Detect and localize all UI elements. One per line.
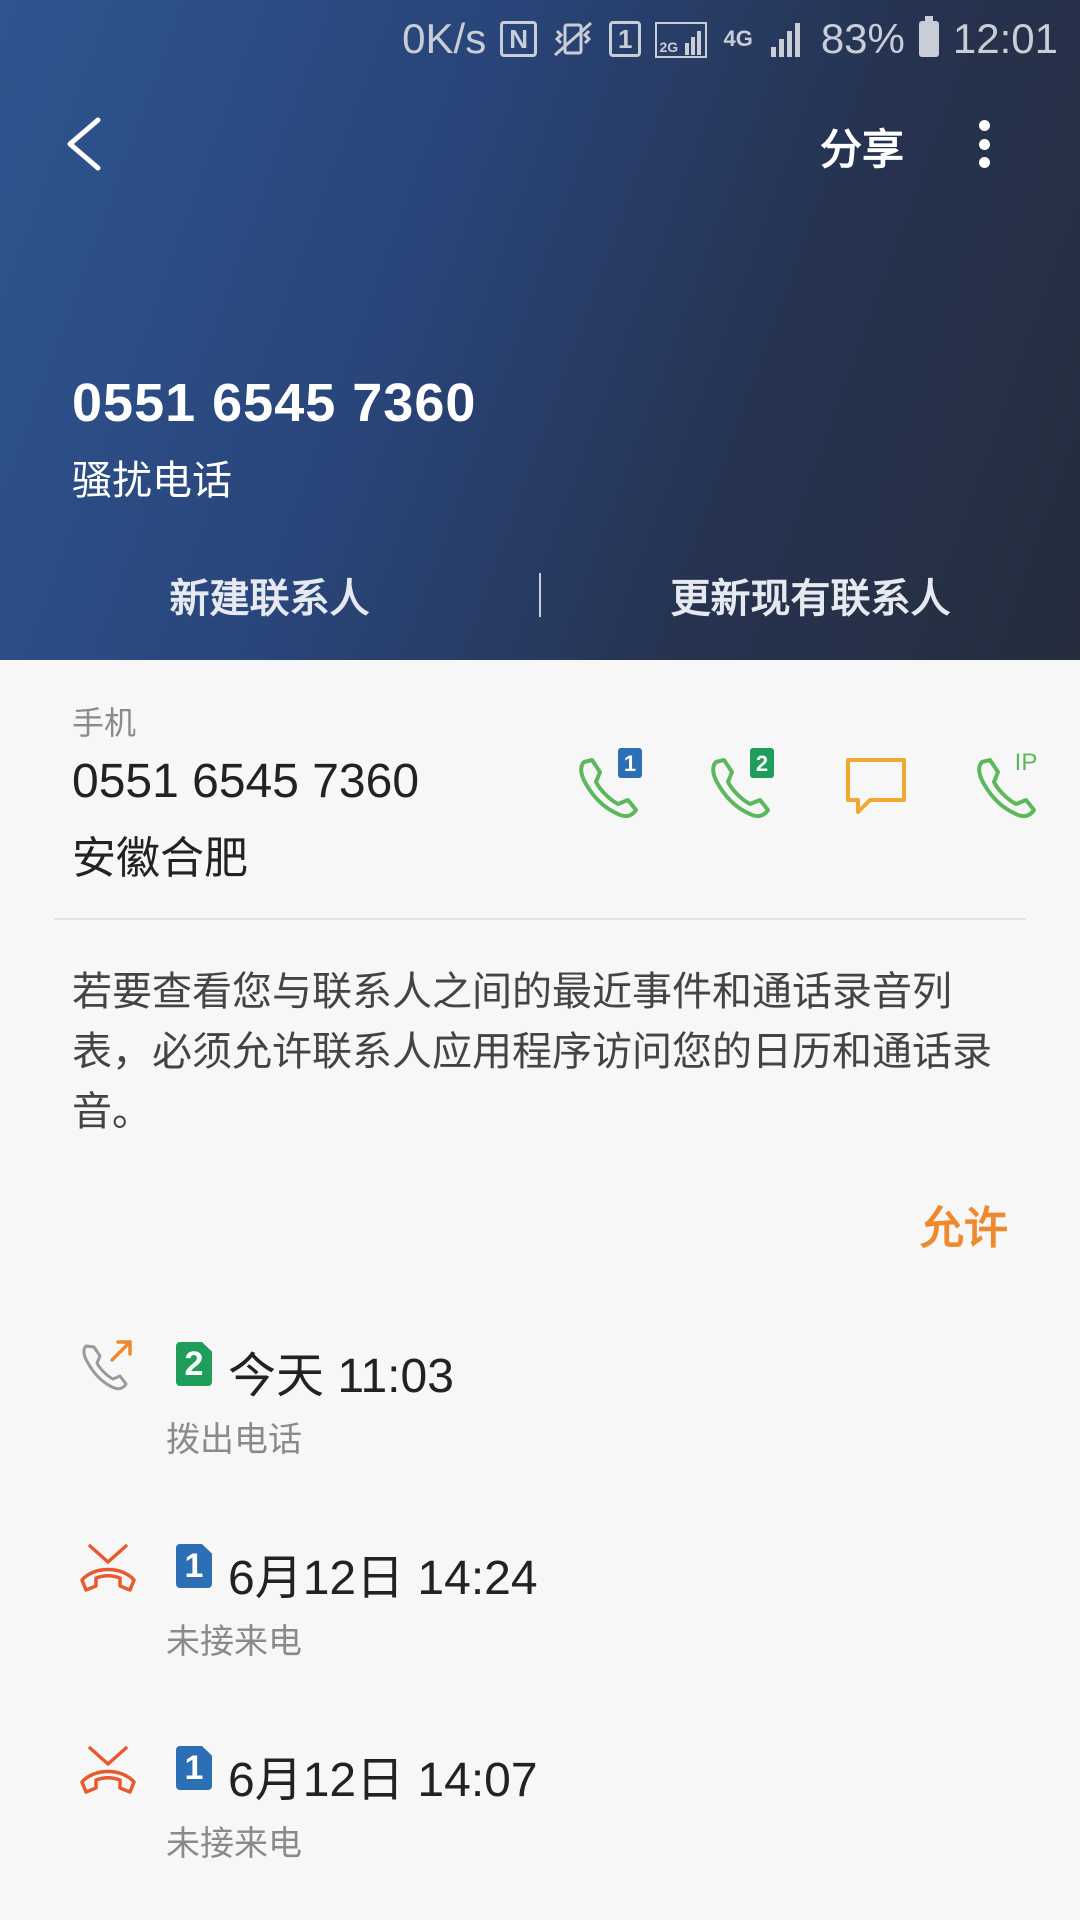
back-button[interactable] <box>56 112 116 176</box>
call-time: 6月12日 14:07 <box>228 1754 538 1807</box>
permission-message: 若要查看您与联系人之间的最近事件和通话录音列表，必须允许联系人应用程序访问您的日… <box>72 969 992 1135</box>
outgoing-call-icon <box>82 1340 132 1391</box>
more-options-button[interactable] <box>968 112 1000 176</box>
signal-2g-icon: 2G <box>655 19 709 59</box>
call-sim1-button[interactable]: 1 <box>570 746 650 826</box>
new-contact-button[interactable]: 新建联系人 <box>0 566 539 624</box>
header-actions: 新建联系人 更新现有联系人 <box>0 560 1080 630</box>
call-log-item[interactable]: 1 6月12日 14:24 未接来电 <box>0 1538 1080 1688</box>
update-contact-button[interactable]: 更新现有联系人 <box>541 566 1080 624</box>
contact-header: 0K/s N 1 2G 4G 83% 12:01 分享 0551 6545 73… <box>0 0 1080 660</box>
ip-call-badge: IP <box>1015 749 1038 776</box>
call-sim2-button[interactable]: 2 <box>702 746 782 826</box>
phone-location: 安徽合肥 <box>72 833 248 884</box>
clock: 12:01 <box>952 15 1058 62</box>
ip-call-icon: IP <box>977 749 1038 819</box>
ip-call-button[interactable]: IP <box>968 746 1048 826</box>
call-sim2-badge: 2 <box>756 751 768 776</box>
share-button[interactable]: 分享 <box>820 116 904 177</box>
network-2g-label: 2G <box>659 39 679 55</box>
sim-badge: 1 <box>176 1746 212 1790</box>
missed-call-icon <box>80 1746 136 1794</box>
call-sim1-badge: 1 <box>624 751 636 776</box>
battery-percent: 83% <box>820 15 905 62</box>
net-speed: 0K/s <box>402 15 487 62</box>
vibrate-icon <box>551 19 595 59</box>
call-log-item[interactable]: 1 6月12日 14:07 未接来电 <box>0 1740 1080 1890</box>
message-button[interactable] <box>836 746 916 826</box>
call-type: 拨出电话 <box>166 1420 302 1460</box>
call-time: 6月12日 14:24 <box>228 1552 538 1605</box>
message-icon <box>846 758 906 814</box>
phone-number[interactable]: 0551 6545 7360 <box>72 754 419 809</box>
call-sim2-icon: 2 <box>711 748 774 819</box>
header-spam-label: 骚扰电话 <box>72 458 232 504</box>
call-time: 今天 11:03 <box>228 1350 454 1403</box>
section-divider <box>54 918 1026 920</box>
network-4g-label: 4G <box>723 26 753 51</box>
call-sim1-icon: 1 <box>579 748 642 819</box>
call-type: 未接来电 <box>166 1824 302 1864</box>
phone-type-label: 手机 <box>72 704 137 742</box>
nfc-icon: N <box>500 21 537 57</box>
sim-badge: 1 <box>176 1544 212 1588</box>
back-arrow-icon <box>67 117 101 171</box>
call-log-item[interactable]: 2 今天 11:03 拨出电话 <box>0 1336 1080 1486</box>
allow-button[interactable]: 允许 <box>920 1192 1008 1256</box>
missed-call-icon <box>80 1544 136 1592</box>
header-phone-number: 0551 6545 7360 <box>72 373 477 433</box>
sim-badge: 2 <box>176 1342 212 1386</box>
call-type: 未接来电 <box>166 1622 302 1662</box>
sim1-status-icon: 1 <box>609 21 642 57</box>
signal-icon <box>767 19 807 59</box>
status-bar: 0K/s N 1 2G 4G 83% 12:01 <box>402 0 1058 78</box>
battery-icon <box>918 16 939 57</box>
